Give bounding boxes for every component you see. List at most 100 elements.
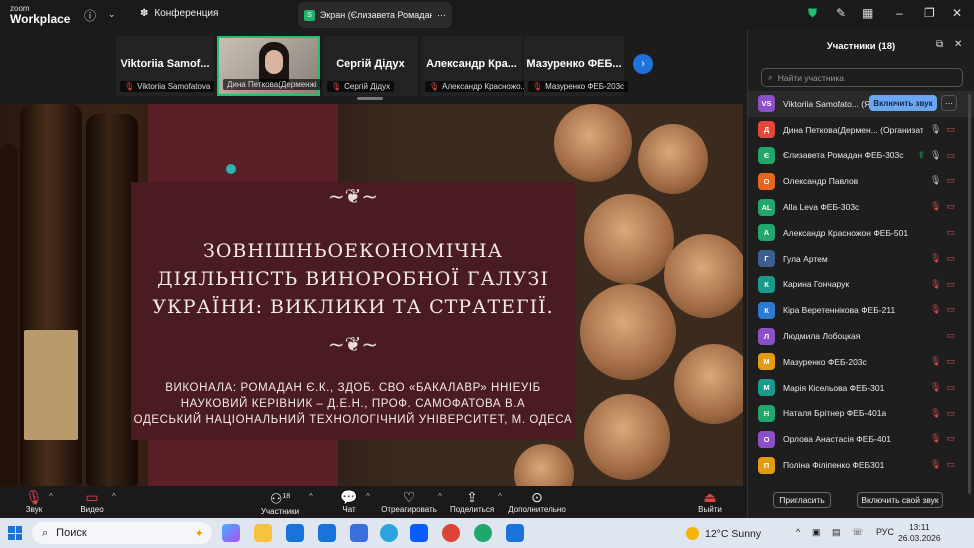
thumbnail-tile[interactable]: Viktoriia Samof... 🎙 Viktoriia Samofatova (116, 36, 215, 96)
restore-icon[interactable]: ❐ (924, 6, 935, 20)
video-off-icon: ▭ (85, 489, 99, 505)
meeting-toolbar: 🎙 Звук ^ ▭ Видео ^ ⚇18 Участники ^ 💬 Чат… (0, 486, 747, 518)
pen-icon[interactable]: ✎ (836, 6, 846, 20)
zoom-app-icon[interactable] (410, 524, 428, 542)
thumbnail-tile[interactable]: Мазуренко ФЕБ... 🎙 Мазуренко ФЕБ-203с (524, 36, 629, 96)
start-button[interactable] (8, 526, 22, 540)
participant-name: Мазуренко ФЕБ-203с (783, 356, 867, 367)
video-off-icon: ▭ (946, 459, 955, 470)
weather-widget[interactable]: 12°C Sunny (686, 527, 761, 540)
more-icon[interactable]: ⋯ (437, 10, 446, 21)
clock[interactable]: 13:11 26.03.2026 (898, 522, 941, 544)
participant-status-icons: 🎙 ▭ (930, 408, 955, 419)
audio-options-caret-icon[interactable]: ^ (49, 492, 53, 501)
more-button[interactable]: ⊙ Дополнительно (506, 489, 568, 514)
chat-caret-icon[interactable]: ^ (366, 492, 370, 501)
video-off-icon: ▭ (946, 407, 955, 418)
invite-button[interactable]: Пригласить (773, 492, 831, 508)
react-button[interactable]: ♡ Отреагировать (380, 489, 438, 514)
participant-row[interactable]: А Александр Красножон ФЕБ-501 ▭ (748, 220, 974, 246)
participant-row[interactable]: О Орлова Анастасія ФЕБ-401 🎙 ▭ (748, 426, 974, 452)
language-indicator[interactable]: РУС (876, 527, 894, 537)
participant-row[interactable]: П Поліна Філіпенко ФЕБ301 🎙 ▭ (748, 452, 974, 478)
video-button[interactable]: ▭ Видео (80, 489, 104, 514)
video-off-icon: ▭ (946, 433, 955, 444)
unmute-self-button[interactable]: Включить свой звук (857, 492, 943, 508)
share-up-icon: ⇪ (466, 489, 478, 505)
participant-row[interactable]: VS Viktoriia Samofato... (Я) Включить звук… (748, 91, 974, 117)
panel-header: Участники (18) ⧉ ✕ (748, 30, 974, 62)
name-tag: 🎙 Александр Красножо... (425, 81, 532, 92)
next-page-button[interactable]: › (633, 54, 653, 74)
video-options-caret-icon[interactable]: ^ (112, 492, 116, 501)
screen-share-tab[interactable]: S Экран (Єлизавета Ромадан ФЕБ ⋯ (298, 2, 452, 28)
name-tag: 🎙 Мазуренко ФЕБ-203с (528, 81, 629, 92)
thumbnail-tile[interactable]: Александр Кра... 🎙 Александр Красножо... (421, 36, 532, 96)
participant-status-icons: 🎙 ▭ (930, 356, 955, 367)
participant-status-icons: 🎙 ▭ (930, 433, 955, 444)
meeting-menu[interactable]: ✽ Конференция (140, 8, 218, 19)
chrome-icon[interactable] (442, 524, 460, 542)
participant-row[interactable]: М Марія Кісельова ФЕБ-301 🎙 ▭ (748, 375, 974, 401)
participant-row[interactable]: Д Дина Петкова(Дермен... (Организатор) 🎙 ▭ (748, 117, 974, 143)
participant-name: Дина Петкова(Дермен... (Организатор) (783, 124, 923, 135)
video-off-icon: ▭ (946, 201, 955, 212)
participant-row[interactable]: К Кіра Веретеннікова ФЕБ-211 🎙 ▭ (748, 297, 974, 323)
tray-app-icon[interactable]: ▤ (832, 527, 841, 538)
participant-name: Александр Красножон ФЕБ-501 (783, 227, 909, 238)
calendar-app-icon[interactable] (350, 524, 368, 542)
thumbnail-tile[interactable]: Сергій Дідух 🎙 Сергій Дідух (323, 36, 418, 96)
unmute-button[interactable]: Включить звук (869, 95, 937, 111)
tray-phone-icon[interactable]: ☏ (852, 527, 863, 538)
more-options-icon[interactable]: ⋯ (941, 95, 957, 111)
participant-status-icons: ▭ (946, 227, 955, 238)
participant-row[interactable]: О Олександр Павлов 🎙 ▭ (748, 168, 974, 194)
tray-zoom-icon[interactable]: ▣ (812, 527, 821, 538)
cursor-dot (226, 164, 236, 174)
heart-icon: ♡ (402, 489, 416, 505)
taskbar-search[interactable]: ⌕ Поиск ✦ (32, 522, 212, 544)
scrollbar[interactable] (968, 94, 971, 494)
outlook-icon[interactable] (506, 524, 524, 542)
info-icon[interactable]: ⓘ (84, 7, 96, 24)
thumbnail-tile-active-video[interactable]: Дина Петкова(Дерменжі (217, 36, 321, 96)
close-icon[interactable]: ✕ (952, 6, 962, 20)
file-explorer-icon[interactable] (254, 524, 272, 542)
participant-row[interactable]: К Карина Гончарук 🎙 ▭ (748, 272, 974, 298)
react-caret-icon[interactable]: ^ (438, 492, 442, 501)
participant-row[interactable]: Л Людмила Лобоцкая ▭ (748, 323, 974, 349)
minimize-icon[interactable]: – (896, 6, 903, 20)
participant-row[interactable]: AL Alla Leva ФЕБ-303с 🎙 ▭ (748, 194, 974, 220)
audio-button[interactable]: 🎙 Звук (22, 489, 46, 514)
participant-name: Гула Артем (783, 253, 828, 264)
tray-caret-icon[interactable]: ^ (796, 527, 800, 537)
close-panel-icon[interactable]: ✕ (954, 39, 962, 50)
resize-handle[interactable] (357, 97, 383, 100)
search-input[interactable] (777, 72, 948, 83)
mic-muted-icon: 🎙 (930, 381, 942, 392)
store-app-icon[interactable] (286, 524, 304, 542)
telegram-icon[interactable] (380, 524, 398, 542)
leave-door-icon: ⏏ (703, 489, 717, 505)
participants-caret-icon[interactable]: ^ (309, 492, 313, 501)
leave-button[interactable]: ⏏ Выйти (696, 489, 724, 514)
share-button[interactable]: ⇪ Поделиться (450, 489, 494, 514)
popout-icon[interactable]: ⧉ (936, 39, 943, 50)
layout-icon[interactable]: ▦ (862, 6, 873, 20)
participant-row[interactable]: Н Наталя Брітнер ФЕБ-401а 🎙 ▭ (748, 401, 974, 427)
copilot-app-icon[interactable] (222, 524, 240, 542)
word-app-icon[interactable] (318, 524, 336, 542)
chat-button[interactable]: 💬 Чат (338, 489, 360, 514)
chrome-profile-icon[interactable] (474, 524, 492, 542)
shield-icon[interactable]: ⛊ (808, 6, 817, 21)
mic-muted-icon: 🎙 (429, 82, 440, 91)
share-caret-icon[interactable]: ^ (498, 492, 502, 501)
participants-button[interactable]: ⚇18 Участники (258, 489, 302, 516)
participant-row[interactable]: Є Єлизавета Ромадан ФЕБ-303с ⇪ 🎙 ▭ (748, 143, 974, 169)
participant-row[interactable]: Г Гула Артем 🎙 ▭ (748, 246, 974, 272)
participant-row[interactable]: М Мазуренко ФЕБ-203с 🎙 ▭ (748, 349, 974, 375)
chevron-down-icon[interactable]: ⌄ (108, 9, 116, 20)
search-participant: ⌕ (761, 68, 963, 87)
participant-status-icons: 🎙 ▭ (930, 382, 955, 393)
avatar: П (758, 456, 775, 474)
